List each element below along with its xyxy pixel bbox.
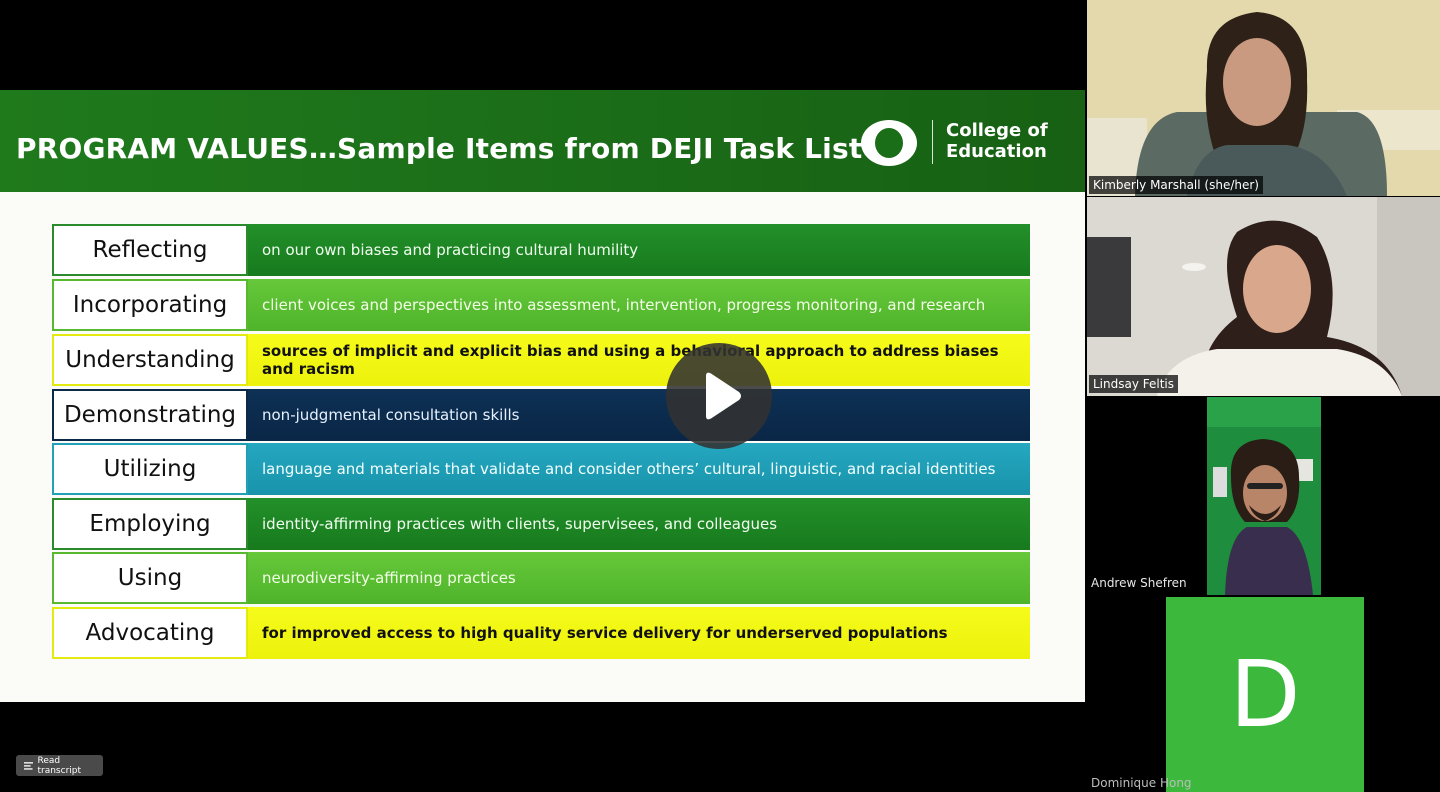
slide-title: PROGRAM VALUES…Sample Items from DEJI Ta…: [16, 132, 863, 165]
value-row: Utilizing language and materials that va…: [52, 443, 1030, 495]
value-description: on our own biases and practicing cultura…: [248, 224, 1030, 276]
participant-avatar-tile[interactable]: D: [1166, 597, 1364, 792]
participant-video-feed: [1087, 0, 1440, 196]
college-text-line2: Education: [946, 141, 1047, 162]
value-row: Using neurodiversity-affirming practices: [52, 552, 1030, 604]
participant-name: Andrew Shefren: [1091, 576, 1187, 590]
participant-video-tile[interactable]: [1207, 397, 1321, 595]
value-description: client voices and perspectives into asse…: [248, 279, 1030, 331]
value-verb: Incorporating: [52, 279, 248, 331]
participant-video-tile[interactable]: Lindsay Feltis: [1087, 197, 1440, 396]
logo-divider: [932, 120, 933, 164]
transcript-icon: [24, 761, 34, 770]
read-transcript-button[interactable]: Read transcript: [16, 755, 103, 776]
value-description: neurodiversity-affirming practices: [248, 552, 1030, 604]
value-verb: Understanding: [52, 334, 248, 386]
read-transcript-label: Read transcript: [37, 755, 82, 776]
participant-video-feed: [1087, 197, 1440, 396]
value-verb: Utilizing: [52, 443, 248, 495]
value-row: Understanding sources of implicit and ex…: [52, 334, 1030, 386]
value-row: Reflecting on our own biases and practic…: [52, 224, 1030, 276]
value-verb: Reflecting: [52, 224, 248, 276]
participant-video-feed: [1207, 397, 1321, 595]
value-row: Advocating for improved access to high q…: [52, 607, 1030, 659]
participant-video-tile[interactable]: Kimberly Marshall (she/her): [1087, 0, 1440, 196]
value-row: Employing identity-affirming practices w…: [52, 498, 1030, 550]
college-of-education-wordmark: College of Education: [946, 120, 1048, 162]
presentation-slide: PROGRAM VALUES…Sample Items from DEJI Ta…: [0, 90, 1085, 702]
value-description: non-judgmental consultation skills: [248, 389, 1030, 441]
participant-name: Lindsay Feltis: [1089, 375, 1179, 393]
university-o-logo-icon: [861, 120, 917, 166]
value-description: language and materials that validate and…: [248, 443, 1030, 495]
play-button[interactable]: [666, 343, 772, 449]
value-description: identity-affirming practices with client…: [248, 498, 1030, 550]
participant-name: Dominique Hong: [1091, 776, 1192, 790]
value-row: Demonstrating non-judgmental consultatio…: [52, 389, 1030, 441]
participant-name: Kimberly Marshall (she/her): [1089, 176, 1263, 194]
college-text-line1: College of: [946, 120, 1048, 141]
value-verb: Demonstrating: [52, 389, 248, 441]
slide-header: PROGRAM VALUES…Sample Items from DEJI Ta…: [0, 90, 1085, 192]
value-description: sources of implicit and explicit bias an…: [248, 334, 1030, 386]
value-verb: Advocating: [52, 607, 248, 659]
value-verb: Using: [52, 552, 248, 604]
play-icon: [706, 372, 741, 420]
participant-avatar-initial: D: [1229, 641, 1301, 748]
value-description: for improved access to high quality serv…: [248, 607, 1030, 659]
value-verb: Employing: [52, 498, 248, 550]
value-row: Incorporating client voices and perspect…: [52, 279, 1030, 331]
